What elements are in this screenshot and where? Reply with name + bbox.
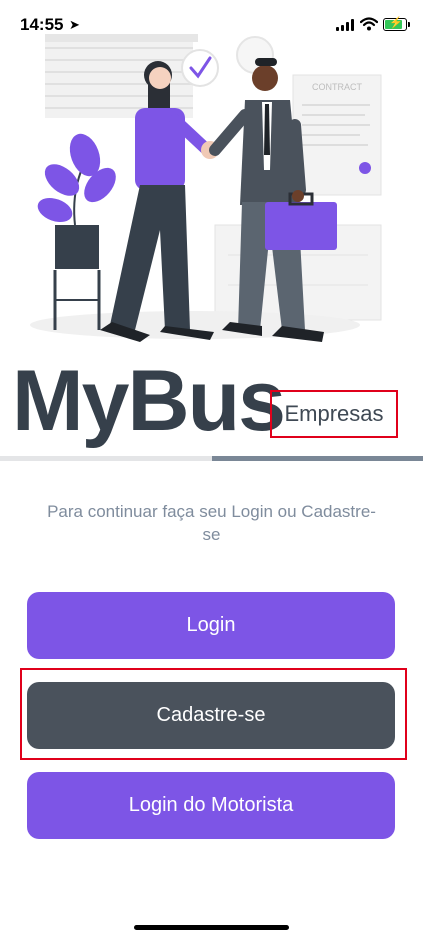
handshake-illustration: CONTRACT bbox=[30, 34, 382, 342]
progress-bar bbox=[0, 456, 423, 461]
driver-login-button[interactable]: Login do Motorista bbox=[27, 772, 395, 839]
signup-button[interactable]: Cadastre-se bbox=[27, 682, 395, 749]
contract-label: CONTRACT bbox=[312, 82, 362, 92]
brand-logo: MyBus bbox=[12, 353, 286, 449]
brand-suffix: Empresas bbox=[270, 390, 398, 438]
wifi-icon bbox=[360, 17, 378, 31]
subtitle: Para continuar faça seu Login ou Cadastr… bbox=[47, 502, 376, 544]
home-indicator bbox=[134, 925, 289, 930]
login-button[interactable]: Login bbox=[27, 592, 395, 659]
